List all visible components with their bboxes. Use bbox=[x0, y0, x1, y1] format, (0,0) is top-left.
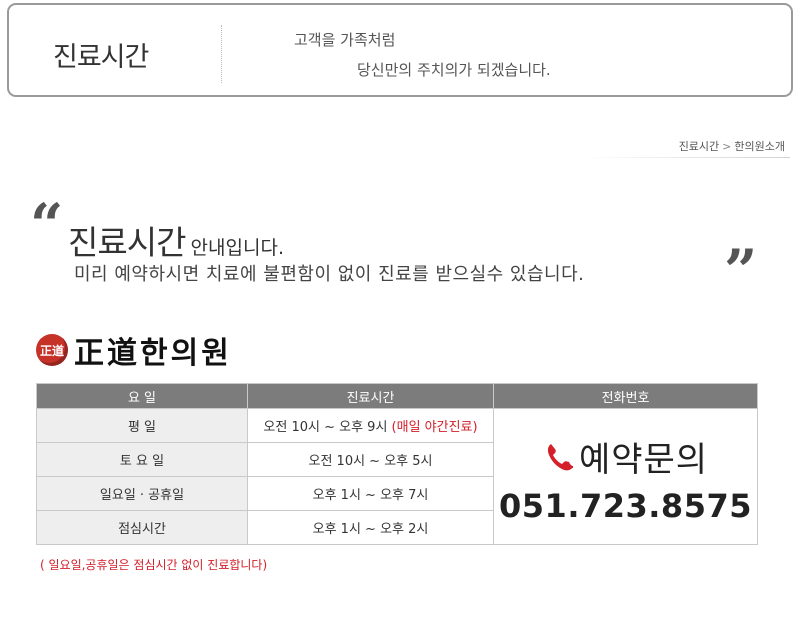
hours-text: 오전 10시 ~ 오후 9시 bbox=[263, 420, 392, 435]
intro-title-suffix: 안내입니다. bbox=[190, 237, 284, 259]
column-header-phone: 전화번호 bbox=[493, 383, 758, 409]
header-box: 진료시간 고객을 가족처럼 당신만의 주치의가 되겠습니다. bbox=[7, 3, 793, 97]
row-hours-weekday: 오전 10시 ~ 오후 9시 (매일 야간진료) bbox=[247, 408, 494, 443]
intro-subtitle: 미리 예약하시면 치료에 불편함이 없이 진료를 받으실수 있습니다. bbox=[74, 264, 585, 285]
column-header-day: 요 일 bbox=[36, 383, 248, 409]
intro-heading: 진료시간 안내입니다. bbox=[68, 216, 284, 264]
table-row: 평 일 오전 10시 ~ 오후 9시 (매일 야간진료) 예약문의 051.72… bbox=[36, 408, 758, 545]
logo-seal-icon: 正道 bbox=[36, 334, 68, 366]
row-hours-lunch: 오후 1시 ~ 오후 2시 bbox=[247, 510, 494, 545]
holiday-note: ( 일요일,공휴일은 점심시간 없이 진료합니다) bbox=[40, 558, 268, 572]
slogan-line-1: 고객을 가족처럼 bbox=[294, 31, 396, 49]
intro-title: 진료시간 bbox=[68, 223, 186, 262]
phone-cell: 예약문의 051.723.8575 bbox=[493, 408, 758, 545]
row-hours-saturday: 오전 10시 ~ 오후 5시 bbox=[247, 442, 494, 477]
breadcrumb-separator: > bbox=[722, 140, 732, 153]
row-day-weekday: 평 일 bbox=[36, 408, 248, 443]
slogan-line-2: 당신만의 주치의가 되겠습니다. bbox=[357, 61, 551, 79]
table-header-row: 요 일 진료시간 전화번호 bbox=[36, 383, 758, 409]
header-divider bbox=[221, 25, 222, 83]
breadcrumb: 진료시간 > 한의원소개 bbox=[679, 138, 785, 154]
page-title: 진료시간 bbox=[53, 42, 149, 73]
phone-icon bbox=[547, 443, 574, 470]
close-quote-icon: ” bbox=[724, 237, 758, 305]
phone-number[interactable]: 051.723.8575 bbox=[494, 487, 757, 525]
reservation-label[interactable]: 예약문의 bbox=[494, 432, 757, 481]
row-day-saturday: 토 요 일 bbox=[36, 442, 248, 477]
breadcrumb-item-clinic[interactable]: 한의원소개 bbox=[734, 140, 785, 153]
logo-name: 正道한의원 bbox=[74, 336, 232, 371]
breadcrumb-item-hours[interactable]: 진료시간 bbox=[679, 140, 719, 153]
schedule-table: 요 일 진료시간 전화번호 평 일 오전 10시 ~ 오후 9시 (매일 야간진… bbox=[36, 383, 758, 545]
row-hours-sunday-holiday: 오후 1시 ~ 오후 7시 bbox=[247, 476, 494, 511]
column-header-hours: 진료시간 bbox=[247, 383, 494, 409]
reservation-label-text: 예약문의 bbox=[578, 440, 709, 480]
clinic-logo: 正道 正道한의원 bbox=[36, 328, 232, 372]
night-clinic-note: (매일 야간진료) bbox=[391, 420, 478, 435]
breadcrumb-underline bbox=[580, 157, 790, 158]
row-day-sunday-holiday: 일요일 · 공휴일 bbox=[36, 476, 248, 511]
open-quote-icon: “ bbox=[30, 191, 64, 259]
row-day-lunch: 점심시간 bbox=[36, 510, 248, 545]
